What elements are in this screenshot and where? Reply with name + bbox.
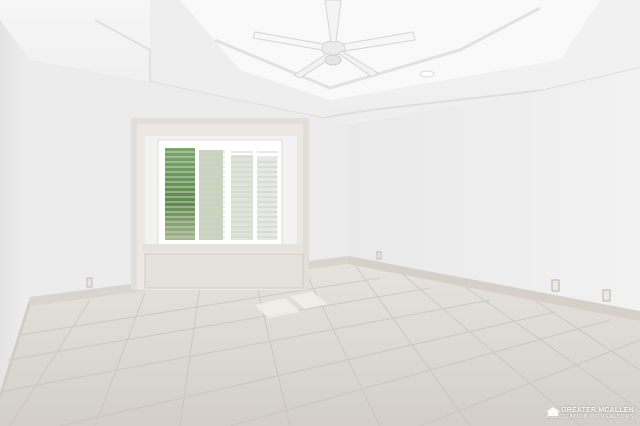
realtor-watermark: GREATER MCALLEN ASSOCIATION OF REALTORS <box>545 407 634 420</box>
empty-room-photo: GREATER MCALLEN ASSOCIATION OF REALTORS <box>0 0 640 426</box>
wall-outlet <box>551 279 560 292</box>
wall-outlet <box>602 289 611 302</box>
wall-outlet <box>376 251 382 260</box>
room-illustration <box>0 0 640 426</box>
window-alcove <box>131 118 309 290</box>
wall-outlet <box>86 277 93 288</box>
house-logo-icon <box>545 407 560 416</box>
